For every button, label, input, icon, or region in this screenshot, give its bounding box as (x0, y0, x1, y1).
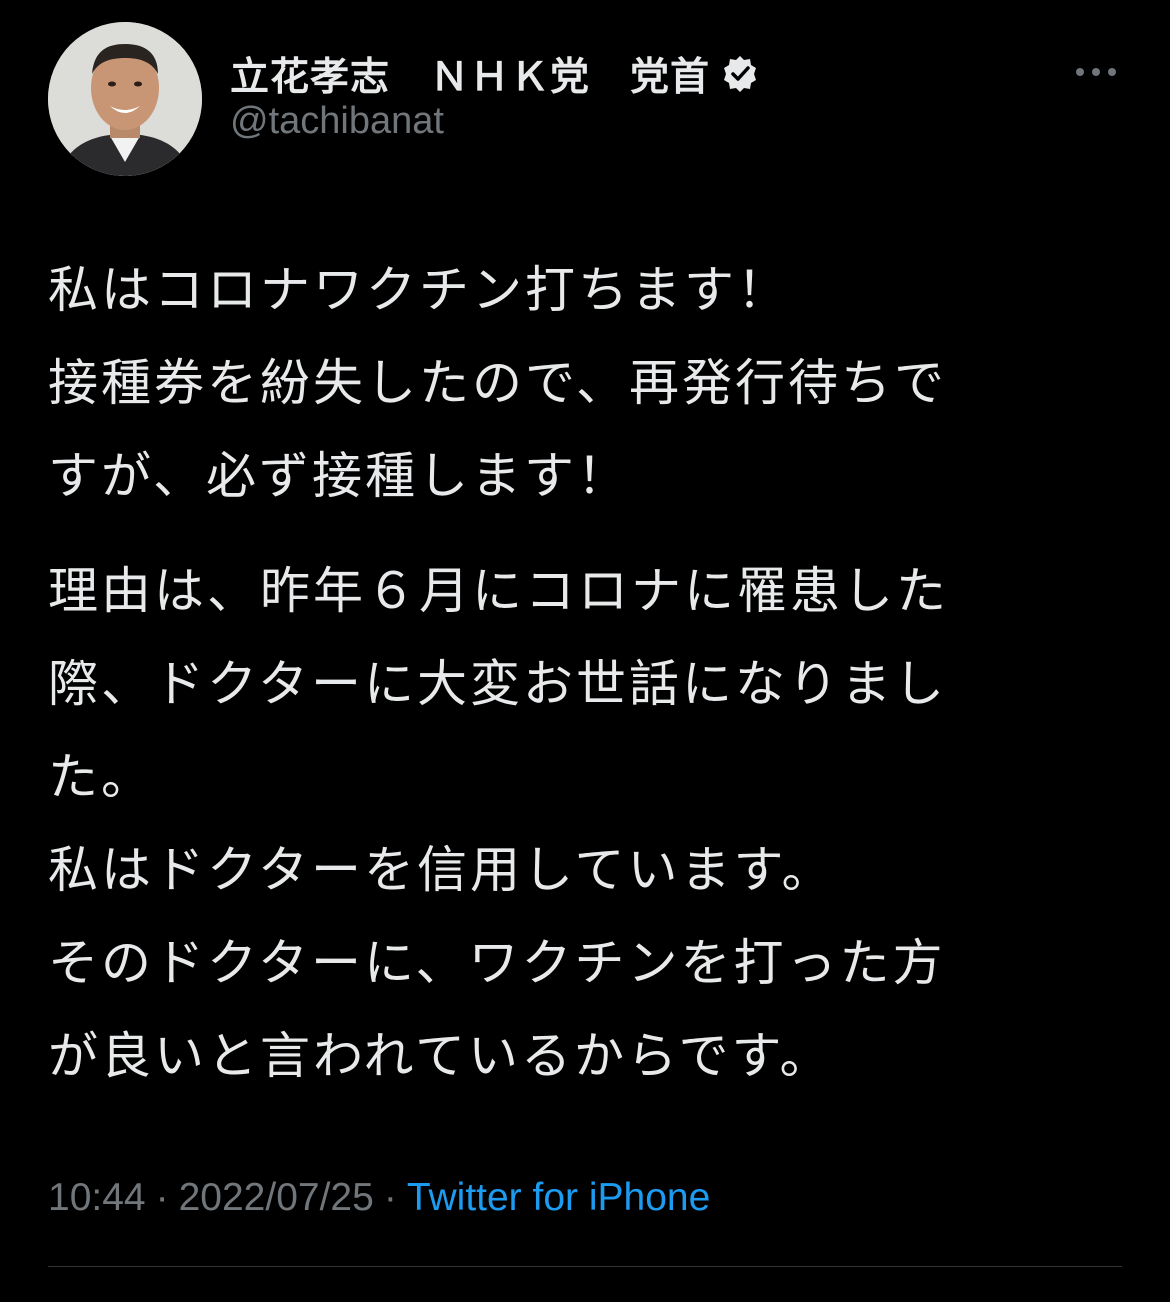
verified-badge-icon (720, 54, 760, 94)
author-handle[interactable]: @tachibanat (230, 100, 444, 143)
tweet-paragraph: 私はコロナワクチン打ちます！ 接種券を紛失したので、再発行待ちで すが、必ず接種… (48, 261, 947, 505)
tweet-text: 私はコロナワクチン打ちます！ 接種券を紛失したので、再発行待ちで すが、必ず接種… (48, 244, 1128, 1103)
author-display-name[interactable]: 立花孝志 ＮＨＫ党 党首 (230, 46, 710, 102)
tweet-date[interactable]: 2022/07/25 (179, 1176, 374, 1219)
tweet-meta: 10:44 · 2022/07/25 · Twitter for iPhone (48, 1176, 710, 1220)
tweet-detail: 立花孝志 ＮＨＫ党 党首 @tachibanat 私はコロナワクチン打ちます！ … (0, 0, 1170, 1302)
author-name-row[interactable]: 立花孝志 ＮＨＫ党 党首 (230, 46, 760, 102)
tweet-paragraph: 理由は、昨年６月にコロナに罹患した 際、ドクターに大変お世話になりまし た。 私… (48, 562, 949, 1085)
tweet-source-link[interactable]: Twitter for iPhone (407, 1176, 710, 1219)
meta-separator: · (383, 1176, 397, 1219)
more-options-icon[interactable] (1072, 58, 1120, 86)
tweet-time[interactable]: 10:44 (48, 1176, 146, 1219)
avatar[interactable] (48, 22, 202, 176)
meta-separator: · (155, 1176, 169, 1219)
divider (48, 1266, 1122, 1267)
avatar-image (48, 22, 202, 176)
